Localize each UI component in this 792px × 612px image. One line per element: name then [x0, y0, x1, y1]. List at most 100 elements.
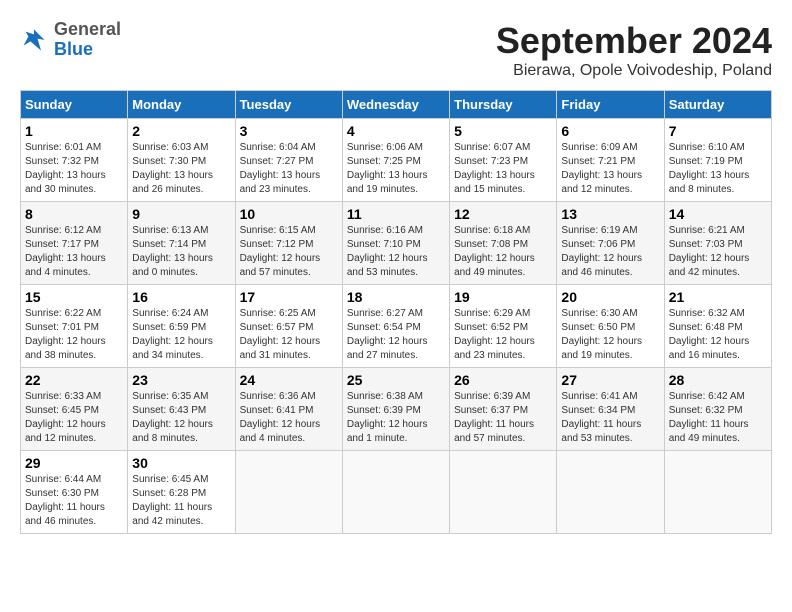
- calendar-cell: 15 Sunrise: 6:22 AMSunset: 7:01 PMDayligh…: [21, 285, 128, 368]
- day-number: 16: [132, 289, 230, 305]
- day-info: Sunrise: 6:45 AMSunset: 6:28 PMDaylight:…: [132, 473, 230, 529]
- calendar-cell: [664, 451, 771, 534]
- day-number: 3: [240, 123, 338, 139]
- calendar-cell: 24Sunrise: 6:36 AMSunset: 6:41 PMDayligh…: [235, 368, 342, 451]
- day-info: Sunrise: 6:44 AMSunset: 6:30 PMDaylight:…: [25, 473, 123, 529]
- day-number: 10: [240, 206, 338, 222]
- calendar-week-row: 22 Sunrise: 6:33 AMSunset: 6:45 PMDayligh…: [21, 368, 772, 451]
- calendar-cell: 22 Sunrise: 6:33 AMSunset: 6:45 PMDayligh…: [21, 368, 128, 451]
- day-info: Sunrise: 6:12 AMSunset: 7:17 PMDaylight:…: [25, 224, 123, 280]
- day-number: 8: [25, 206, 123, 222]
- calendar-cell: 7 Sunrise: 6:10 AMSunset: 7:19 PMDaylight…: [664, 119, 771, 202]
- day-info: Sunrise: 6:19 AMSunset: 7:06 PMDaylight:…: [561, 224, 659, 280]
- day-number: 22: [25, 372, 123, 388]
- day-number: 20: [561, 289, 659, 305]
- day-number: 26: [454, 372, 552, 388]
- day-info: Sunrise: 6:36 AMSunset: 6:41 PMDaylight:…: [240, 390, 338, 446]
- day-of-week-header: Tuesday: [235, 91, 342, 119]
- day-number: 19: [454, 289, 552, 305]
- day-number: 25: [347, 372, 445, 388]
- calendar-week-row: 15 Sunrise: 6:22 AMSunset: 7:01 PMDayligh…: [21, 285, 772, 368]
- calendar-cell: 4Sunrise: 6:06 AMSunset: 7:25 PMDaylight…: [342, 119, 449, 202]
- calendar-cell: 8 Sunrise: 6:12 AMSunset: 7:17 PMDaylight…: [21, 202, 128, 285]
- calendar-cell: 29 Sunrise: 6:44 AMSunset: 6:30 PMDayligh…: [21, 451, 128, 534]
- calendar-cell: 16 Sunrise: 6:24 AMSunset: 6:59 PMDayligh…: [128, 285, 235, 368]
- title-area: September 2024 Bierawa, Opole Voivodeshi…: [496, 20, 772, 80]
- day-number: 12: [454, 206, 552, 222]
- day-info: Sunrise: 6:27 AMSunset: 6:54 PMDaylight:…: [347, 307, 445, 363]
- logo-icon: [20, 26, 48, 54]
- day-number: 29: [25, 455, 123, 471]
- day-number: 14: [669, 206, 767, 222]
- calendar-cell: 10 Sunrise: 6:15 AMSunset: 7:12 PMDayligh…: [235, 202, 342, 285]
- day-number: 17: [240, 289, 338, 305]
- day-of-week-header: Thursday: [450, 91, 557, 119]
- day-info: Sunrise: 6:13 AMSunset: 7:14 PMDaylight:…: [132, 224, 230, 280]
- day-number: 15: [25, 289, 123, 305]
- logo-blue: Blue: [54, 40, 121, 60]
- day-info: Sunrise: 6:25 AMSunset: 6:57 PMDaylight:…: [240, 307, 338, 363]
- day-number: 28: [669, 372, 767, 388]
- day-info: Sunrise: 6:04 AMSunset: 7:27 PMDaylight:…: [240, 141, 338, 197]
- day-info: Sunrise: 6:15 AMSunset: 7:12 PMDaylight:…: [240, 224, 338, 280]
- calendar-cell: 9 Sunrise: 6:13 AMSunset: 7:14 PMDaylight…: [128, 202, 235, 285]
- calendar-cell: 23Sunrise: 6:35 AMSunset: 6:43 PMDayligh…: [128, 368, 235, 451]
- day-info: Sunrise: 6:39 AMSunset: 6:37 PMDaylight:…: [454, 390, 552, 446]
- day-info: Sunrise: 6:16 AMSunset: 7:10 PMDaylight:…: [347, 224, 445, 280]
- page-header: General Blue September 2024 Bierawa, Opo…: [20, 20, 772, 80]
- day-info: Sunrise: 6:33 AMSunset: 6:45 PMDaylight:…: [25, 390, 123, 446]
- logo-text: General Blue: [54, 20, 121, 60]
- day-number: 11: [347, 206, 445, 222]
- logo-general: General: [54, 20, 121, 40]
- day-info: Sunrise: 6:24 AMSunset: 6:59 PMDaylight:…: [132, 307, 230, 363]
- calendar-cell: 19 Sunrise: 6:29 AMSunset: 6:52 PMDayligh…: [450, 285, 557, 368]
- calendar-cell: 1Sunrise: 6:01 AMSunset: 7:32 PMDaylight…: [21, 119, 128, 202]
- day-info: Sunrise: 6:03 AMSunset: 7:30 PMDaylight:…: [132, 141, 230, 197]
- calendar-cell: 11 Sunrise: 6:16 AMSunset: 7:10 PMDayligh…: [342, 202, 449, 285]
- calendar-cell: 17 Sunrise: 6:25 AMSunset: 6:57 PMDayligh…: [235, 285, 342, 368]
- month-title: September 2024: [496, 20, 772, 62]
- day-info: Sunrise: 6:18 AMSunset: 7:08 PMDaylight:…: [454, 224, 552, 280]
- calendar-week-row: 8 Sunrise: 6:12 AMSunset: 7:17 PMDaylight…: [21, 202, 772, 285]
- calendar-cell: 14 Sunrise: 6:21 AMSunset: 7:03 PMDayligh…: [664, 202, 771, 285]
- day-info: Sunrise: 6:32 AMSunset: 6:48 PMDaylight:…: [669, 307, 767, 363]
- calendar-cell: 21Sunrise: 6:32 AMSunset: 6:48 PMDayligh…: [664, 285, 771, 368]
- day-info: Sunrise: 6:10 AMSunset: 7:19 PMDaylight:…: [669, 141, 767, 197]
- day-info: Sunrise: 6:30 AMSunset: 6:50 PMDaylight:…: [561, 307, 659, 363]
- calendar-cell: [235, 451, 342, 534]
- day-of-week-header: Monday: [128, 91, 235, 119]
- day-info: Sunrise: 6:29 AMSunset: 6:52 PMDaylight:…: [454, 307, 552, 363]
- day-number: 7: [669, 123, 767, 139]
- calendar-week-row: 1Sunrise: 6:01 AMSunset: 7:32 PMDaylight…: [21, 119, 772, 202]
- calendar-cell: 3 Sunrise: 6:04 AMSunset: 7:27 PMDaylight…: [235, 119, 342, 202]
- day-info: Sunrise: 6:06 AMSunset: 7:25 PMDaylight:…: [347, 141, 445, 197]
- day-number: 9: [132, 206, 230, 222]
- day-info: Sunrise: 6:09 AMSunset: 7:21 PMDaylight:…: [561, 141, 659, 197]
- day-number: 30: [132, 455, 230, 471]
- calendar-cell: [342, 451, 449, 534]
- calendar-cell: 26 Sunrise: 6:39 AMSunset: 6:37 PMDayligh…: [450, 368, 557, 451]
- day-info: Sunrise: 6:21 AMSunset: 7:03 PMDaylight:…: [669, 224, 767, 280]
- calendar-cell: 25 Sunrise: 6:38 AMSunset: 6:39 PMDayligh…: [342, 368, 449, 451]
- calendar-cell: [450, 451, 557, 534]
- calendar-cell: 28 Sunrise: 6:42 AMSunset: 6:32 PMDayligh…: [664, 368, 771, 451]
- day-info: Sunrise: 6:42 AMSunset: 6:32 PMDaylight:…: [669, 390, 767, 446]
- day-info: Sunrise: 6:38 AMSunset: 6:39 PMDaylight:…: [347, 390, 445, 446]
- calendar-cell: 12 Sunrise: 6:18 AMSunset: 7:08 PMDayligh…: [450, 202, 557, 285]
- day-of-week-header: Friday: [557, 91, 664, 119]
- calendar-cell: 20 Sunrise: 6:30 AMSunset: 6:50 PMDayligh…: [557, 285, 664, 368]
- day-number: 27: [561, 372, 659, 388]
- day-number: 13: [561, 206, 659, 222]
- day-info: Sunrise: 6:22 AMSunset: 7:01 PMDaylight:…: [25, 307, 123, 363]
- logo: General Blue: [20, 20, 121, 60]
- calendar-cell: 6Sunrise: 6:09 AMSunset: 7:21 PMDaylight…: [557, 119, 664, 202]
- day-info: Sunrise: 6:01 AMSunset: 7:32 PMDaylight:…: [25, 141, 123, 197]
- day-of-week-header: Saturday: [664, 91, 771, 119]
- calendar-cell: 2 Sunrise: 6:03 AMSunset: 7:30 PMDaylight…: [128, 119, 235, 202]
- day-number: 2: [132, 123, 230, 139]
- day-info: Sunrise: 6:35 AMSunset: 6:43 PMDaylight:…: [132, 390, 230, 446]
- day-of-week-header: Wednesday: [342, 91, 449, 119]
- calendar-header-row: SundayMondayTuesdayWednesdayThursdayFrid…: [21, 91, 772, 119]
- calendar-cell: 30 Sunrise: 6:45 AMSunset: 6:28 PMDayligh…: [128, 451, 235, 534]
- calendar-cell: 27Sunrise: 6:41 AMSunset: 6:34 PMDayligh…: [557, 368, 664, 451]
